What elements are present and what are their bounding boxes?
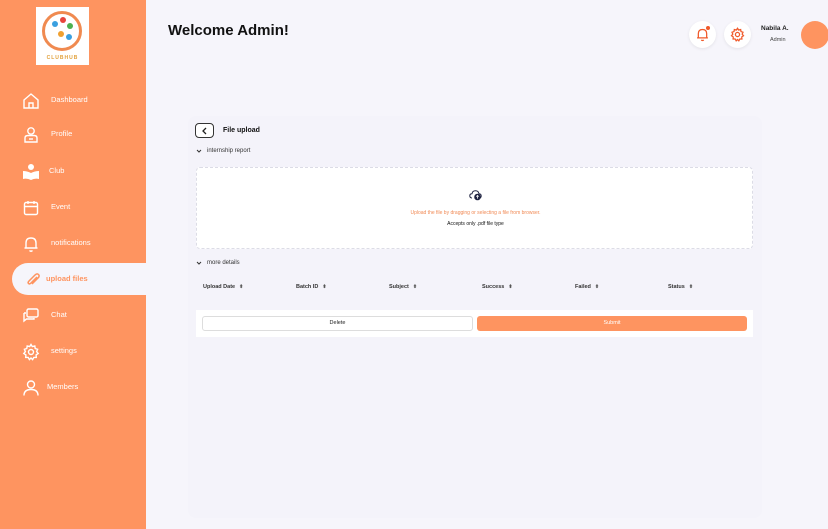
chevron-left-icon <box>202 127 207 135</box>
gear-icon <box>22 343 40 361</box>
sidebar-item-label: Members <box>47 382 79 391</box>
sort-icon: ⬍ <box>594 284 600 290</box>
page-title: Welcome Admin! <box>168 22 289 39</box>
sidebar-item-label: Chat <box>51 310 67 319</box>
chevron-down-icon <box>196 261 202 265</box>
sort-icon: ⬍ <box>239 284 244 290</box>
sidebar-item-upload-files[interactable]: upload files <box>12 263 148 295</box>
calendar-icon <box>23 201 39 216</box>
sidebar-item-label: settings <box>51 346 77 355</box>
section-more-details-toggle[interactable]: more details <box>196 260 240 266</box>
column-header-subject[interactable]: Subject ⬍ <box>389 284 417 290</box>
notifications-button[interactable] <box>689 21 716 48</box>
sidebar-item-profile[interactable]: Profile <box>0 118 146 150</box>
section-more-details-label: more details <box>207 260 240 266</box>
section-internship-toggle[interactable]: internship report <box>196 148 250 154</box>
section-internship-label: internship report <box>207 148 251 154</box>
sidebar-item-label: Event <box>51 202 71 211</box>
sidebar-item-notifications[interactable]: notifications <box>0 227 146 259</box>
avatar[interactable] <box>801 21 828 49</box>
sidebar-item-event[interactable]: Event <box>0 191 146 223</box>
sidebar-item-members[interactable]: Members <box>0 371 146 403</box>
sidebar-item-club[interactable]: Club <box>0 155 146 187</box>
delete-button[interactable]: Delete <box>202 316 473 331</box>
sidebar-item-label: upload files <box>46 274 88 283</box>
sort-icon: ⬍ <box>412 284 418 290</box>
dropzone-accept-note: Accepts only .pdf file type <box>447 221 504 227</box>
panel-title: File upload <box>223 127 260 134</box>
home-icon <box>23 93 39 109</box>
sidebar-item-settings[interactable]: settings <box>0 335 146 367</box>
logo-text: CLUBHUB <box>46 55 79 61</box>
user-name: Nabila A. <box>761 25 789 32</box>
chevron-down-icon <box>196 149 202 153</box>
column-header-failed[interactable]: Failed ⬍ <box>575 284 599 290</box>
sort-icon: ⬍ <box>508 284 513 290</box>
notification-dot <box>706 26 710 30</box>
club-icon <box>23 164 39 180</box>
profile-icon <box>24 127 38 143</box>
cloud-upload-icon <box>469 190 482 201</box>
sidebar: CLUBHUB Dashboard Profile Club Event not… <box>0 0 148 529</box>
paperclip-icon <box>27 273 40 285</box>
user-role: Admin <box>770 37 786 43</box>
gear-icon <box>730 27 745 42</box>
sidebar-item-label: Club <box>49 166 65 175</box>
action-bar: Delete Submit <box>196 310 753 337</box>
settings-button[interactable] <box>724 21 751 48</box>
submit-button[interactable]: Submit <box>477 316 747 331</box>
sort-icon: ⬍ <box>688 284 694 290</box>
column-header-status[interactable]: Status ⬍ <box>668 284 693 290</box>
back-button[interactable] <box>195 123 214 138</box>
club-logo[interactable]: CLUBHUB <box>36 7 89 65</box>
sort-icon: ⬍ <box>322 284 327 290</box>
sidebar-item-label: notifications <box>51 238 91 247</box>
column-header-success[interactable]: Success ⬍ <box>482 284 513 290</box>
bell-icon <box>24 237 38 252</box>
file-dropzone[interactable]: Upload the file by dragging or selecting… <box>196 167 753 249</box>
column-header-upload-date[interactable]: Upload Date ⬍ <box>203 284 243 290</box>
sidebar-item-dashboard[interactable]: Dashboard <box>0 84 146 116</box>
chat-icon <box>23 308 39 323</box>
sidebar-item-chat[interactable]: Chat <box>0 299 146 331</box>
dropzone-hint: Upload the file by dragging or selecting… <box>410 210 541 216</box>
sidebar-item-label: Dashboard <box>51 95 88 104</box>
sidebar-item-label: Profile <box>51 129 73 138</box>
column-header-batch-id[interactable]: Batch ID ⬍ <box>296 284 327 290</box>
user-icon <box>23 380 39 396</box>
